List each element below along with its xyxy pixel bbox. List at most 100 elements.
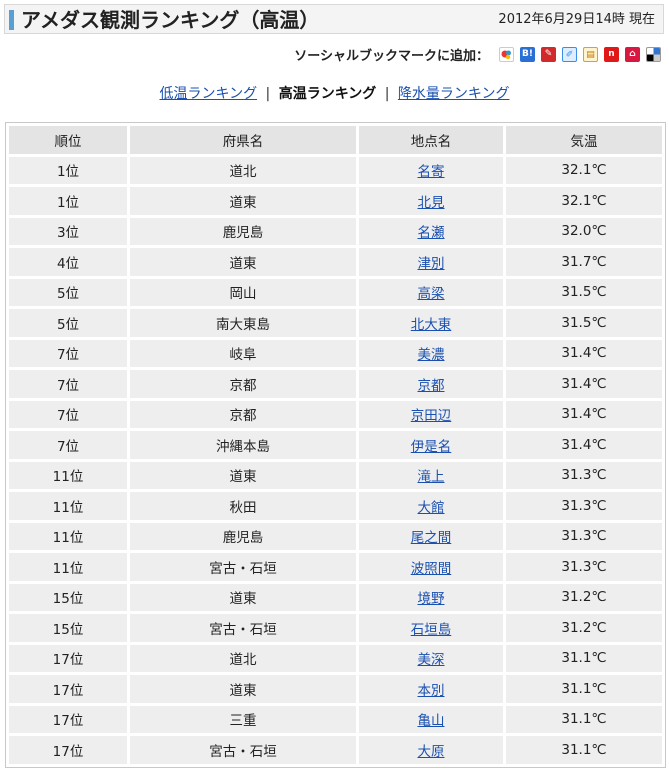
station-cell: 北見 (359, 187, 503, 215)
temperature-cell: 31.4℃ (506, 370, 662, 398)
station-cell: 名瀬 (359, 217, 503, 245)
table-row: 11位 宮古・石垣 波照間 31.3℃ (9, 553, 662, 581)
station-cell: 境野 (359, 583, 503, 611)
rank-cell: 11位 (9, 522, 127, 550)
station-cell: 滝上 (359, 461, 503, 489)
table-row: 7位 沖縄本島 伊是名 31.4℃ (9, 431, 662, 459)
temperature-cell: 32.1℃ (506, 187, 662, 215)
temperature-cell: 31.4℃ (506, 400, 662, 428)
table-row: 7位 京都 京田辺 31.4℃ (9, 400, 662, 428)
prefecture-cell: 京都 (130, 370, 356, 398)
temperature-cell: 31.4℃ (506, 339, 662, 367)
rank-cell: 11位 (9, 461, 127, 489)
precip-ranking-link[interactable]: 降水量ランキング (398, 86, 510, 102)
station-cell: 京田辺 (359, 400, 503, 428)
station-link[interactable]: 京田辺 (411, 408, 452, 424)
temperature-cell: 31.5℃ (506, 278, 662, 306)
prefecture-cell: 京都 (130, 400, 356, 428)
prefecture-cell: 岡山 (130, 278, 356, 306)
table-row: 15位 宮古・石垣 石垣島 31.2℃ (9, 614, 662, 642)
rank-cell: 11位 (9, 492, 127, 520)
pookmark-icon[interactable]: ⌂ (625, 46, 640, 62)
delicious-icon[interactable] (646, 46, 661, 62)
rank-cell: 17位 (9, 736, 127, 764)
rank-cell: 15位 (9, 614, 127, 642)
yahoo-bookmark-icon[interactable]: ▤ (583, 46, 598, 62)
station-cell: 大原 (359, 736, 503, 764)
station-link[interactable]: 本別 (418, 683, 445, 699)
temperature-cell: 31.3℃ (506, 461, 662, 489)
rank-cell: 7位 (9, 370, 127, 398)
prefecture-cell: 宮古・石垣 (130, 553, 356, 581)
station-link[interactable]: 大原 (418, 744, 445, 760)
livedoor-clip-icon[interactable]: ✎ (541, 46, 556, 62)
station-link[interactable]: 津別 (418, 256, 445, 272)
table-row: 17位 三重 亀山 31.1℃ (9, 705, 662, 733)
station-link[interactable]: 境野 (418, 591, 445, 607)
station-link[interactable]: 美深 (418, 652, 445, 668)
station-link[interactable]: 大館 (418, 500, 445, 516)
buzzurl-icon[interactable]: ✐ (562, 46, 577, 62)
station-cell: 尾之間 (359, 522, 503, 550)
table-row: 11位 秋田 大館 31.3℃ (9, 492, 662, 520)
header-rank: 順位 (9, 126, 127, 154)
temperature-cell: 31.7℃ (506, 248, 662, 276)
temperature-cell: 31.2℃ (506, 614, 662, 642)
temperature-cell: 31.1℃ (506, 675, 662, 703)
station-cell: 大館 (359, 492, 503, 520)
station-link[interactable]: 尾之間 (411, 530, 452, 546)
temperature-cell: 31.3℃ (506, 553, 662, 581)
high-temp-ranking-current: 高温ランキング (278, 86, 377, 102)
page-title: アメダス観測ランキング（高温） (21, 8, 320, 32)
newsing-icon[interactable]: n (604, 46, 619, 62)
prefecture-cell: 鹿児島 (130, 217, 356, 245)
table-row: 3位 鹿児島 名瀬 32.0℃ (9, 217, 662, 245)
station-cell: 美深 (359, 644, 503, 672)
google-bookmark-icon[interactable] (499, 46, 514, 62)
header-prefecture: 府県名 (130, 126, 356, 154)
rank-cell: 17位 (9, 675, 127, 703)
temperature-cell: 31.4℃ (506, 431, 662, 459)
low-temp-ranking-link[interactable]: 低温ランキング (159, 86, 257, 102)
ranking-table: 順位 府県名 地点名 気温 1位 道北 名寄 32.1℃ 1位 道東 北見 32.1℃ 3位 鹿児… (5, 122, 666, 768)
prefecture-cell: 道東 (130, 248, 356, 276)
station-link[interactable]: 滝上 (418, 469, 445, 485)
station-link[interactable]: 伊是名 (411, 439, 452, 455)
table-row: 15位 道東 境野 31.2℃ (9, 583, 662, 611)
station-cell: 北大東 (359, 309, 503, 337)
station-cell: 京都 (359, 370, 503, 398)
table-row: 5位 南大東島 北大東 31.5℃ (9, 309, 662, 337)
table-row: 11位 道東 滝上 31.3℃ (9, 461, 662, 489)
prefecture-cell: 三重 (130, 705, 356, 733)
table-row: 1位 道東 北見 32.1℃ (9, 187, 662, 215)
prefecture-cell: 宮古・石垣 (130, 736, 356, 764)
station-link[interactable]: 高梁 (418, 286, 445, 302)
station-link[interactable]: 名瀬 (418, 225, 445, 241)
station-link[interactable]: 美濃 (418, 347, 445, 363)
table-row: 17位 道東 本別 31.1℃ (9, 675, 662, 703)
station-link[interactable]: 亀山 (418, 713, 445, 729)
station-link[interactable]: 石垣島 (411, 622, 452, 638)
station-link[interactable]: 北大東 (411, 317, 452, 333)
hatena-bookmark-icon[interactable]: B! (520, 46, 535, 62)
prefecture-cell: 南大東島 (130, 309, 356, 337)
header-station: 地点名 (359, 126, 503, 154)
temperature-cell: 31.1℃ (506, 705, 662, 733)
rank-cell: 1位 (9, 187, 127, 215)
temperature-cell: 31.1℃ (506, 644, 662, 672)
temperature-cell: 31.2℃ (506, 583, 662, 611)
temperature-cell: 32.0℃ (506, 217, 662, 245)
title-accent-bar (9, 10, 14, 30)
station-link[interactable]: 波照間 (411, 561, 452, 577)
table-row: 11位 鹿児島 尾之間 31.3℃ (9, 522, 662, 550)
station-link[interactable]: 名寄 (418, 164, 445, 180)
station-cell: 本別 (359, 675, 503, 703)
rank-cell: 7位 (9, 339, 127, 367)
prefecture-cell: 道東 (130, 187, 356, 215)
station-link[interactable]: 北見 (418, 195, 445, 211)
table-row: 7位 岐阜 美濃 31.4℃ (9, 339, 662, 367)
station-cell: 波照間 (359, 553, 503, 581)
rank-cell: 5位 (9, 309, 127, 337)
temperature-cell: 32.1℃ (506, 156, 662, 184)
station-link[interactable]: 京都 (418, 378, 445, 394)
